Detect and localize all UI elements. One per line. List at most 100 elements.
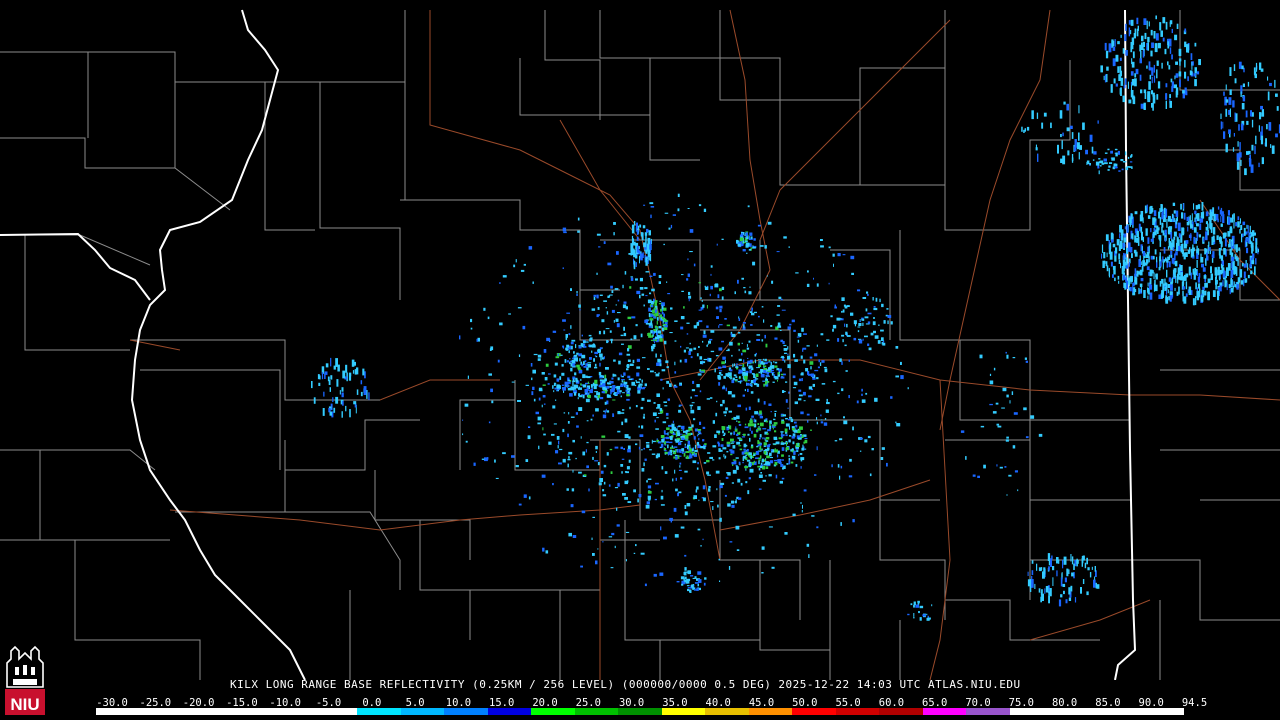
echo-pixel	[1111, 157, 1115, 161]
echo-pixel	[580, 565, 583, 568]
echo-pixel	[1153, 210, 1157, 217]
echo-pixel	[658, 281, 661, 284]
echo-pixel	[673, 452, 677, 455]
echo-pixel	[918, 611, 920, 614]
echo-pixel	[568, 456, 570, 459]
echo-pixel	[1183, 296, 1187, 304]
echo-pixel	[1132, 224, 1134, 228]
echo-pixel	[576, 291, 578, 294]
echo-pixel	[839, 438, 843, 441]
echo-pixel	[605, 307, 607, 309]
echo-pixel	[922, 614, 926, 617]
echo-pixel	[618, 352, 623, 356]
echo-pixel	[1107, 169, 1110, 171]
echo-pixel	[542, 427, 544, 431]
echo-pixel	[1177, 222, 1181, 231]
echo-pixel	[1043, 112, 1047, 117]
echo-pixel	[698, 282, 701, 284]
echo-pixel	[708, 358, 712, 362]
echo-pixel	[696, 467, 699, 470]
echo-pixel	[722, 447, 727, 450]
echo-pixel	[676, 581, 680, 583]
echo-pixel	[337, 364, 340, 372]
echo-pixel	[610, 567, 614, 569]
echo-pixel	[1178, 245, 1181, 252]
echo-pixel	[546, 337, 550, 342]
echo-pixel	[1173, 231, 1177, 237]
echo-pixel	[770, 411, 772, 413]
echo-pixel	[641, 397, 645, 401]
echo-pixel	[1124, 151, 1127, 156]
echo-pixel	[640, 253, 643, 261]
echo-pixel	[1199, 218, 1202, 223]
echo-pixel	[1078, 132, 1080, 141]
echo-pixel	[664, 471, 668, 474]
echo-pixel	[1229, 67, 1232, 76]
echo-pixel	[719, 580, 721, 582]
echo-pixel	[1127, 81, 1129, 89]
echo-pixel	[594, 366, 598, 369]
echo-pixel	[708, 486, 711, 488]
echo-pixel	[1246, 120, 1249, 125]
echo-pixel	[580, 383, 582, 386]
echo-pixel	[623, 380, 625, 382]
echo-pixel	[545, 550, 549, 554]
echo-pixel	[895, 421, 897, 424]
echo-pixel	[1275, 133, 1278, 138]
echo-pixel	[1236, 161, 1240, 170]
echo-pixel	[674, 426, 676, 431]
echo-pixel	[722, 399, 725, 404]
echo-pixel	[616, 251, 619, 255]
echo-pixel	[977, 475, 980, 478]
echo-pixel	[1155, 274, 1157, 278]
echo-pixel	[1176, 274, 1180, 280]
echo-pixel	[1218, 287, 1221, 291]
echo-pixel	[846, 335, 851, 337]
echo-pixel	[660, 354, 662, 357]
echo-pixel	[681, 437, 685, 440]
echo-pixel	[584, 393, 587, 396]
echo-pixel	[706, 459, 710, 463]
echo-pixel	[1140, 278, 1144, 282]
echo-pixel	[718, 325, 720, 328]
echo-pixel	[341, 387, 344, 392]
echo-pixel	[751, 430, 753, 434]
echo-pixel	[1223, 91, 1225, 96]
echo-pixel	[635, 262, 637, 267]
echo-pixel	[1193, 236, 1196, 243]
echo-pixel	[1200, 212, 1204, 218]
echo-pixel	[1143, 89, 1147, 94]
echo-pixel	[1173, 218, 1175, 222]
echo-pixel	[989, 373, 992, 376]
echo-pixel	[1181, 227, 1185, 236]
echo-pixel	[1071, 132, 1074, 139]
echo-pixel	[697, 406, 701, 410]
echo-pixel	[1195, 218, 1197, 224]
echo-pixel	[1123, 274, 1125, 280]
echo-pixel	[562, 319, 566, 322]
echo-pixel	[542, 384, 546, 386]
echo-pixel	[462, 433, 464, 436]
echo-pixel	[591, 350, 593, 353]
echo-pixel	[1165, 295, 1168, 302]
echo-pixel	[572, 535, 577, 538]
echo-pixel	[661, 312, 664, 315]
echo-pixel	[683, 306, 685, 309]
echo-pixel	[715, 470, 720, 474]
echo-pixel	[528, 426, 531, 428]
echo-pixel	[736, 363, 738, 367]
echo-pixel	[814, 474, 817, 476]
echo-pixel	[758, 468, 761, 471]
echo-pixel	[1142, 251, 1146, 256]
echo-pixel	[681, 274, 684, 276]
echo-pixel	[800, 459, 803, 462]
echo-pixel	[1228, 97, 1232, 105]
echo-pixel	[562, 458, 566, 463]
echo-pixel	[832, 328, 834, 332]
echo-pixel	[743, 287, 746, 289]
echo-pixel	[1236, 153, 1240, 162]
echo-pixel	[1122, 161, 1127, 163]
echo-pixel	[1215, 284, 1217, 290]
echo-pixel	[626, 466, 630, 470]
echo-pixel	[749, 420, 753, 424]
